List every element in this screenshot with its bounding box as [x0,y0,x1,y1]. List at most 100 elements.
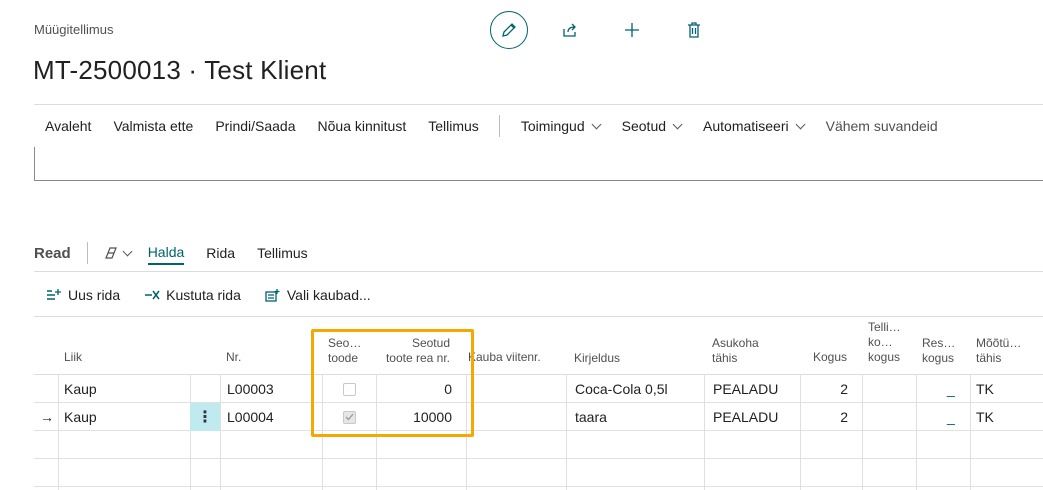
row-description[interactable]: taara [575,403,607,431]
select-items-label: Vali kaubad... [286,287,371,303]
page-top-actions [490,10,714,50]
col-header-qty-to-order[interactable]: Telli… ko… kogus [868,320,901,365]
row-reserved-value: _ [947,409,955,425]
delete-line-label: Kustuta rida [166,287,241,303]
checkbox-unchecked [343,382,356,396]
menu-fewer-options[interactable]: Vähem suvandeid [815,118,949,134]
table-row[interactable]: Kaup L00003 0 Coca-Cola 0,5l PEALADU 2 _… [34,375,1043,403]
col-header-qty-line3: kogus [868,350,901,364]
col-header-item-ref[interactable]: Kauba viitenr. [468,350,541,365]
table-row-empty[interactable] [34,459,1043,487]
menu-prepare[interactable]: Valmista ette [102,118,204,134]
check-icon [345,413,354,421]
edit-button[interactable] [490,11,528,49]
current-row-arrow-icon: → [40,409,54,425]
col-header-location-line2: tähis [712,351,738,365]
row-no[interactable]: L00004 [227,403,274,431]
lines-actionbar: Uus rida Kustuta rida Vali kaubad... [46,284,395,306]
new-line-icon [47,289,61,300]
lines-title: Read [34,244,71,262]
actionbar-rule [34,316,1043,317]
row-reserved[interactable]: _ [947,375,955,403]
row-linked-checkbox[interactable] [343,375,356,403]
col-header-location[interactable]: Asukoha tähis [712,336,759,366]
plus-icon [625,23,639,37]
checkbox-checked [343,410,356,424]
lines-rule [34,271,1043,272]
col-header-type[interactable]: Liik [64,350,82,365]
lines-divider [86,242,88,264]
row-type[interactable]: Kaup [64,403,97,431]
menu-automate-label: Automatiseeri [703,118,789,134]
col-header-uom[interactable]: Mõõtü… tähis [976,336,1021,366]
share-icon [563,23,576,37]
col-header-no[interactable]: Nr. [226,350,241,365]
col-header-quantity[interactable]: Kogus [800,350,847,365]
row-location[interactable]: PEALADU [713,403,778,431]
menu-print-send[interactable]: Prindi/Saada [204,118,306,134]
delete-button[interactable] [674,10,714,50]
new-line-label: Uus rida [68,287,121,303]
col-header-reserved[interactable]: Res… kogus [922,336,955,366]
row-linked-line-no[interactable]: 0 [380,375,452,403]
row-reserved[interactable]: _ [947,403,955,431]
col-header-reserved-line2: kogus [922,351,955,365]
col-header-linked-line-line2: toote rea nr. [385,351,450,365]
more-vertical-icon: ⋮ [197,409,213,426]
menu-actions-label: Toimingud [520,118,585,134]
tab-order[interactable]: Tellimus [257,242,308,264]
action-menubar: Avaleht Valmista ette Prindi/Saada Nõua … [34,104,1043,147]
chevron-down-icon [591,119,602,129]
select-items-button[interactable]: Vali kaubad... [265,287,371,303]
row-menu-button[interactable]: ⋮ [190,403,220,431]
row-quantity[interactable]: 2 [804,403,848,431]
row-uom[interactable]: TK [976,403,994,431]
col-header-linked-line-line1: Seotud [411,336,450,350]
new-button[interactable] [612,10,652,50]
collapsed-panel [34,147,1043,181]
col-header-linked-item-line1: Seo… [328,336,362,350]
row-linked-checkbox[interactable] [343,403,356,431]
lines-header: Read Halda Rida Tellimus [34,238,319,268]
delete-icon [688,22,700,38]
row-no[interactable]: L00003 [227,375,274,403]
select-items-icon [265,289,280,302]
col-header-linked-line-no[interactable]: Seotud toote rea nr. [380,336,450,366]
col-header-linked-item[interactable]: Seo… toode [328,336,361,366]
chevron-down-icon [795,119,806,129]
edit-icon [502,23,516,37]
row-reserved-value: _ [947,381,955,397]
menu-related[interactable]: Seotud [611,118,692,134]
new-line-button[interactable]: Uus rida [46,287,120,303]
row-linked-line-no[interactable]: 10000 [380,403,452,431]
tab-line[interactable]: Rida [206,242,235,264]
copilot-icon [104,247,117,259]
menu-actions[interactable]: Toimingud [510,118,611,134]
menu-request-approval[interactable]: Nõua kinnitust [307,118,418,134]
page-caption: Müügitellimus [34,22,114,37]
table-row-empty[interactable] [34,431,1043,459]
row-type[interactable]: Kaup [64,375,97,403]
col-header-uom-line1: Mõõtü… [976,336,1022,350]
menu-related-label: Seotud [621,118,667,134]
chevron-down-icon [122,246,133,256]
lines-options-button[interactable] [102,245,133,261]
row-uom[interactable]: TK [976,375,994,403]
share-button[interactable] [550,10,590,50]
tab-manage[interactable]: Halda [147,241,185,265]
menu-automate[interactable]: Automatiseeri [692,118,815,134]
row-quantity[interactable]: 2 [804,375,848,403]
page-title: MT-2500013 · Test Klient [33,55,327,85]
col-header-qty-line2: ko… [868,335,893,349]
delete-line-icon [145,290,160,300]
col-header-location-line1: Asukoha [712,336,759,350]
table-row[interactable]: → Kaup ⋮ L00004 10000 taara PEALADU 2 _ … [34,403,1043,431]
col-header-uom-line2: tähis [976,351,1002,365]
chevron-down-icon [672,119,683,129]
menu-home[interactable]: Avaleht [34,118,102,134]
menu-order[interactable]: Tellimus [417,118,490,134]
row-location[interactable]: PEALADU [713,375,778,403]
col-header-description[interactable]: Kirjeldus [574,351,620,366]
delete-line-button[interactable]: Kustuta rida [144,287,241,303]
row-description[interactable]: Coca-Cola 0,5l [575,375,668,403]
